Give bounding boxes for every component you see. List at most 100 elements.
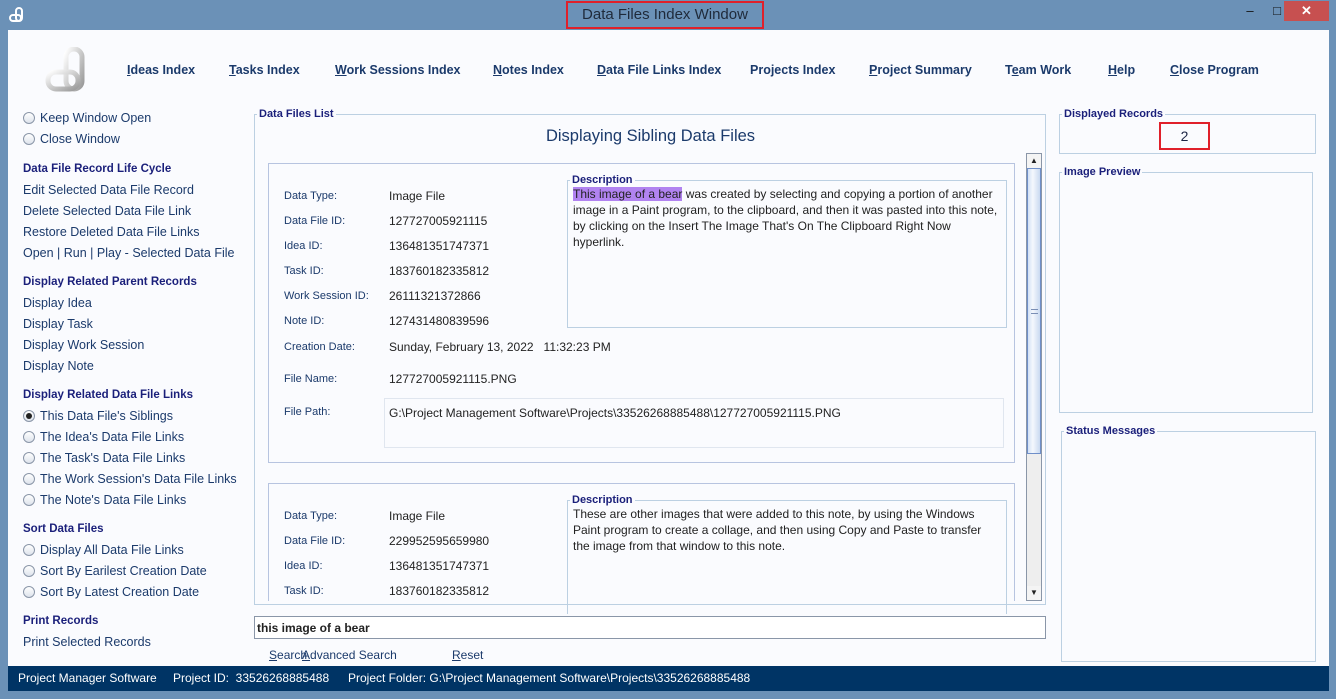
main-window: Ideas Index Tasks Index Work Sessions In… (8, 30, 1329, 666)
scroll-thumb[interactable] (1027, 168, 1041, 454)
status-messages-legend: Status Messages (1066, 425, 1156, 437)
life-cycle-header: Data File Record Life Cycle (23, 163, 172, 175)
nav-tasks-index[interactable]: Tasks Index (229, 63, 300, 77)
reset-button[interactable]: Reset (452, 648, 483, 662)
display-note-link[interactable]: Display Note (23, 359, 94, 373)
restore-deleted-links[interactable]: Restore Deleted Data File Links (23, 225, 199, 239)
print-header: Print Records (23, 615, 99, 627)
nav-help[interactable]: Help (1108, 63, 1135, 77)
minimize-button[interactable]: – (1237, 1, 1263, 21)
displayed-records-count: 2 (1159, 122, 1210, 150)
record-card[interactable]: Data Type: Image File Data File ID: 1277… (268, 163, 1015, 463)
nav-data-file-links-index[interactable]: Data File Links Index (597, 63, 721, 77)
image-preview-panel: Image Preview (1059, 166, 1313, 413)
status-bar: Project Manager Software Project ID: 335… (8, 666, 1329, 691)
close-window-radio[interactable]: Close Window (23, 132, 120, 146)
creation-date-value: Sunday, February 13, 2022 11:32:23 PM (389, 340, 611, 354)
radio-icon (23, 452, 35, 464)
label: File Path: (284, 406, 331, 418)
label: Note ID: (284, 315, 325, 327)
label: Data Type: (284, 510, 337, 522)
sort-latest-radio[interactable]: Sort By Latest Creation Date (23, 585, 199, 599)
description-legend: Description (572, 494, 633, 506)
delete-selected-link[interactable]: Delete Selected Data File Link (23, 204, 191, 218)
radio-icon (23, 494, 35, 506)
radio-selected-icon (23, 410, 35, 422)
label: Idea ID: (284, 240, 323, 252)
radio-icon (23, 112, 35, 124)
label: Data File ID: (284, 215, 346, 227)
task-id-value: 183760182335812 (389, 264, 490, 278)
siblings-radio[interactable]: This Data File's Siblings (23, 409, 173, 423)
nav-ideas-index[interactable]: Ideas Index (127, 63, 195, 77)
advanced-search-button[interactable]: Advanced Search (302, 648, 397, 662)
radio-icon (23, 133, 35, 145)
description-text: This image of a bear was created by sele… (573, 187, 998, 249)
radio-icon (23, 473, 35, 485)
idea-id-value: 136481351747371 (389, 239, 490, 253)
label: Creation Date: (284, 341, 355, 353)
data-files-list-legend: Data Files List (259, 108, 334, 120)
note-id-value: 127431480839596 (389, 314, 490, 328)
app-name: Project Manager Software (18, 671, 157, 685)
nav-team-work[interactable]: Team Work (1005, 63, 1071, 77)
display-idea-link[interactable]: Display Idea (23, 296, 92, 310)
radio-icon (23, 544, 35, 556)
idea-id-value: 136481351747371 (389, 559, 490, 573)
open-run-play-link[interactable]: Open | Run | Play - Selected Data File (23, 246, 234, 260)
app-link-icon[interactable] (9, 7, 27, 23)
label: Data File ID: (284, 535, 346, 547)
data-file-id-value: 229952595659980 (389, 534, 490, 548)
search-highlight: This image of a bear (573, 187, 683, 201)
project-folder: Project Folder: G:\Project Management So… (348, 671, 751, 685)
file-name-value: 127727005921115.PNG (389, 372, 517, 386)
nav-work-sessions-index[interactable]: Work Sessions Index (335, 63, 461, 77)
vertical-scrollbar[interactable]: ▲ ▼ (1026, 153, 1042, 601)
grip-icon (1031, 309, 1038, 314)
display-task-link[interactable]: Display Task (23, 317, 93, 331)
description-text: These are other images that were added t… (573, 507, 982, 553)
label: Task ID: (284, 265, 324, 277)
keep-window-open-radio[interactable]: Keep Window Open (23, 111, 151, 125)
edit-selected-record-link[interactable]: Edit Selected Data File Record (23, 183, 194, 197)
nav-projects-index[interactable]: Projects Index (750, 63, 835, 77)
label: Idea ID: (284, 560, 323, 572)
data-type-value: Image File (389, 189, 446, 203)
display-all-radio[interactable]: Display All Data File Links (23, 543, 184, 557)
label: Data Type: (284, 190, 337, 202)
description-legend: Description (572, 174, 633, 186)
label: File Name: (284, 373, 338, 385)
nav-notes-index[interactable]: Notes Index (493, 63, 564, 77)
data-file-id-value: 127727005921115 (389, 214, 488, 228)
close-button[interactable]: ✕ (1284, 1, 1329, 21)
task-links-radio[interactable]: The Task's Data File Links (23, 451, 185, 465)
description-box: Description This image of a bear was cre… (567, 174, 1007, 328)
related-links-header: Display Related Data File Links (23, 389, 194, 401)
task-id-value: 183760182335812 (389, 584, 490, 598)
search-input[interactable] (254, 616, 1046, 639)
note-links-radio[interactable]: The Note's Data File Links (23, 493, 186, 507)
description-box: Description These are other images that … (567, 494, 1007, 614)
idea-links-radio[interactable]: The Idea's Data File Links (23, 430, 184, 444)
record-card[interactable]: Data Type: Image File Data File ID: 2299… (268, 483, 1015, 614)
image-preview-legend: Image Preview (1064, 166, 1141, 178)
scroll-down-arrow-icon[interactable]: ▼ (1027, 586, 1041, 600)
parent-records-header: Display Related Parent Records (23, 276, 197, 288)
data-type-value: Image File (389, 509, 446, 523)
chain-link-logo-icon (44, 46, 92, 93)
status-messages-panel: Status Messages (1061, 425, 1316, 662)
sort-earliest-radio[interactable]: Sort By Earilest Creation Date (23, 564, 207, 578)
nav-close-program[interactable]: Close Program (1170, 63, 1259, 77)
radio-icon (23, 431, 35, 443)
label: Task ID: (284, 585, 324, 597)
radio-icon (23, 565, 35, 577)
title-bar: Data Files Index Window – □ ✕ (0, 0, 1336, 30)
radio-icon (23, 586, 35, 598)
display-work-session-link[interactable]: Display Work Session (23, 338, 144, 352)
scroll-up-arrow-icon[interactable]: ▲ (1027, 154, 1041, 168)
print-selected-link[interactable]: Print Selected Records (23, 635, 151, 649)
nav-project-summary[interactable]: Project Summary (869, 63, 972, 77)
sort-header: Sort Data Files (23, 523, 104, 535)
window-title: Data Files Index Window (566, 1, 764, 29)
work-session-links-radio[interactable]: The Work Session's Data File Links (23, 472, 237, 486)
